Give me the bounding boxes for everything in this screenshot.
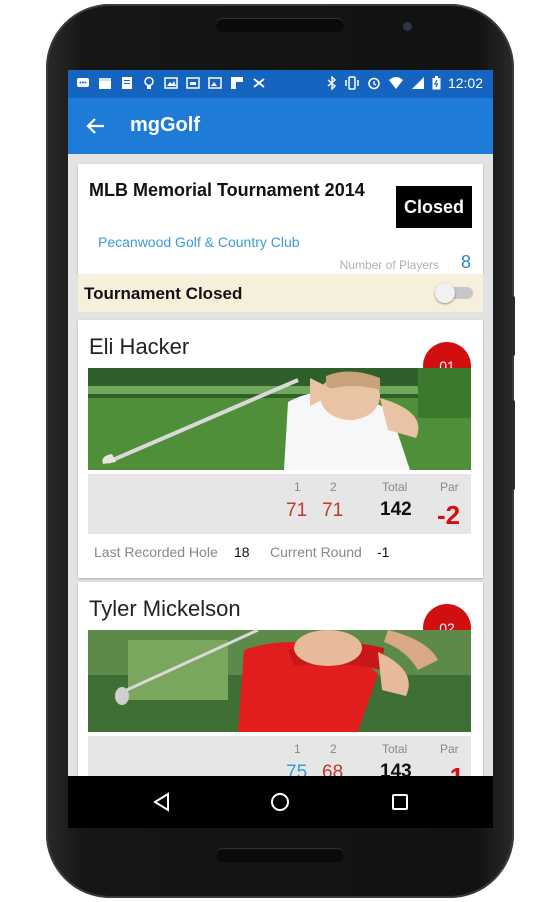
total-score: 142 — [380, 499, 412, 520]
current-round-value: -1 — [377, 544, 390, 560]
top-speaker — [216, 18, 344, 32]
par-header: Par — [440, 742, 459, 756]
power-button — [511, 296, 515, 356]
sync-icon — [253, 78, 265, 88]
total-header: Total — [382, 480, 408, 494]
status-right: 12:02 — [327, 75, 483, 91]
calendar-alt-icon — [186, 77, 200, 89]
current-round-label: Current Round — [270, 544, 362, 560]
player-card[interactable]: Tyler Mickelson 02 1 2 Total Par 75 68 1… — [78, 582, 483, 776]
back-arrow-icon[interactable] — [84, 114, 108, 138]
round-2-header: 2 — [330, 742, 337, 756]
player-name: Tyler Mickelson — [89, 596, 241, 621]
club-link[interactable]: Pecanwood Golf & Country Club — [98, 234, 300, 250]
vibrate-icon — [345, 76, 359, 90]
players-label: Number of Players — [339, 258, 439, 272]
toggle-thumb — [435, 283, 455, 303]
app-bar: mgGolf — [68, 98, 493, 154]
alarm-icon — [368, 77, 380, 90]
bulb-icon — [144, 76, 154, 89]
bottom-speaker — [216, 848, 344, 862]
bluetooth-icon — [327, 76, 336, 90]
total-header: Total — [382, 742, 408, 756]
image-icon — [208, 77, 222, 89]
navigation-bar — [68, 776, 493, 828]
app-title: mgGolf — [130, 114, 200, 136]
signal-icon — [411, 77, 424, 89]
round-1-score: 71 — [286, 500, 308, 521]
status-bar: 12:02 — [68, 70, 493, 98]
total-score: 143 — [380, 761, 412, 776]
tournament-name: MLB Memorial Tournament 2014 — [89, 180, 365, 200]
last-hole-value: 18 — [234, 544, 250, 560]
tournament-closed-label: Tournament Closed — [84, 284, 243, 303]
round-2-score: 68 — [322, 762, 344, 776]
round-1-header: 1 — [294, 480, 301, 494]
circle-home-icon[interactable] — [268, 790, 292, 814]
par-score: -1 — [441, 762, 464, 776]
player-photo — [88, 630, 471, 732]
round-2-score: 71 — [322, 500, 344, 521]
players-value: 8 — [460, 252, 471, 272]
message-icon — [77, 78, 89, 87]
score-panel: 1 2 Total Par 71 71 142 -2 — [88, 474, 471, 534]
notification-icons — [76, 76, 266, 90]
gallery-icon — [164, 77, 178, 89]
front-camera — [403, 22, 412, 31]
content-scroll[interactable]: MLB Memorial Tournament 2014 Closed Peca… — [68, 154, 493, 776]
player-card[interactable]: Eli Hacker 01 1 2 Total Par 71 71 142 -2… — [78, 320, 483, 578]
status-badge: Closed — [396, 186, 472, 228]
player-photo — [88, 368, 471, 470]
volume-button — [511, 400, 515, 490]
round-2-header: 2 — [330, 480, 337, 494]
calendar-icon — [99, 78, 111, 89]
app-icon — [231, 77, 243, 89]
square-recents-icon[interactable] — [388, 790, 412, 814]
document-icon — [122, 77, 132, 89]
status-time: 12:02 — [447, 75, 483, 91]
tournament-card: MLB Memorial Tournament 2014 Closed Peca… — [78, 164, 483, 274]
wifi-icon — [388, 77, 403, 89]
triangle-back-icon[interactable] — [150, 790, 174, 814]
round-1-score: 75 — [286, 762, 308, 776]
tournament-closed-bar: Tournament Closed — [78, 274, 483, 312]
battery-icon — [432, 76, 441, 90]
tournament-closed-toggle[interactable] — [435, 283, 473, 303]
screen: 12:02 mgGolf MLB Memorial Tournament 201… — [68, 70, 493, 776]
round-1-header: 1 — [294, 742, 301, 756]
player-name: Eli Hacker — [89, 334, 190, 359]
score-panel: 1 2 Total Par 75 68 143 -1 — [88, 736, 471, 776]
par-score: -2 — [437, 500, 461, 530]
last-hole-label: Last Recorded Hole — [94, 544, 218, 560]
par-header: Par — [440, 480, 459, 494]
